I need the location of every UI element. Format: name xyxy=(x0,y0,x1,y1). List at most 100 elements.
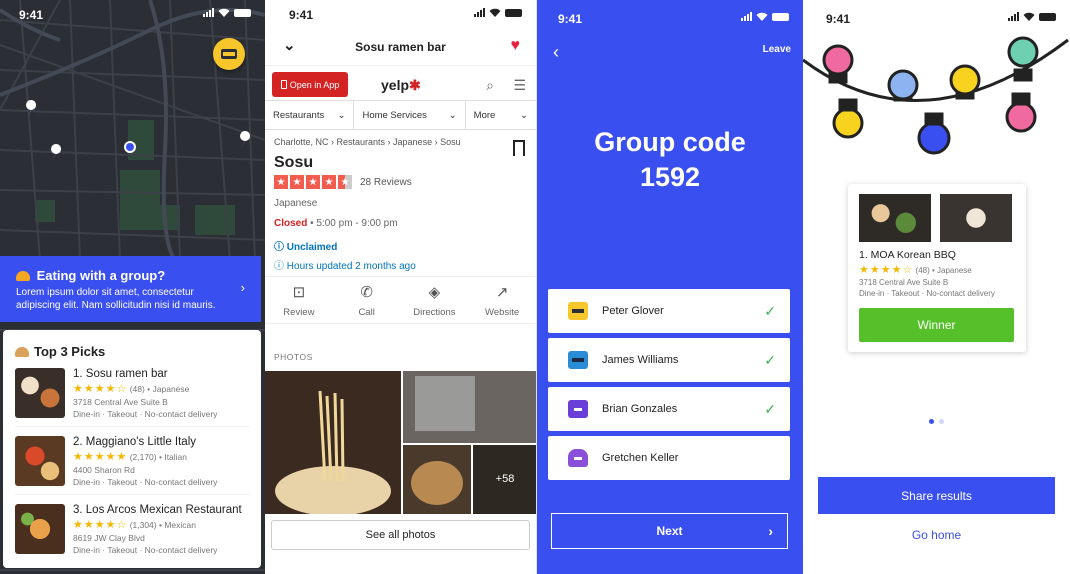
review-action[interactable]: ⊡ Review xyxy=(265,277,333,323)
unclaimed-link: Unclaimed xyxy=(286,242,338,253)
category-restaurants[interactable]: Restaurants ⌄ xyxy=(265,101,355,129)
map-screen: 2 1 3 9:41 Eating with a group? Lorem ip… xyxy=(0,0,265,574)
yelp-screen: 9:41 ⌄ Sosu ramen bar ♥ Open in App yelp… xyxy=(265,0,537,574)
review-count[interactable]: 28 Reviews xyxy=(360,177,412,188)
action-row: ⊡ Review ✆ Call ◈ Directions ↗ Website xyxy=(265,276,536,324)
result-screen: 9:41 1. MOA Korean BBQ ★★★★☆ (48) • Japa… xyxy=(803,0,1070,574)
status-bar: 9:41 xyxy=(265,0,536,28)
business-category: Japanese xyxy=(274,198,318,209)
pick-item[interactable]: 3. Los Arcos Mexican Restaurant ★★★★☆ (1… xyxy=(15,495,249,562)
group-promo-banner[interactable]: Eating with a group? Lorem ipsum dolor s… xyxy=(0,256,261,322)
photo-grid[interactable]: +58 xyxy=(265,371,537,514)
group-code-screen: 9:41 ‹ Leave Group code 1592 Peter Glove… xyxy=(537,0,803,574)
signal-icon xyxy=(474,8,485,17)
chevron-right-icon: › xyxy=(768,523,773,539)
signal-icon xyxy=(1008,12,1019,21)
pick-services: Dine-in · Takeout · No-contact delivery xyxy=(73,545,218,555)
pick-services: Dine-in · Takeout · No-contact delivery xyxy=(73,477,218,487)
star-icon: ★ xyxy=(322,175,336,189)
chevron-right-icon: › xyxy=(240,280,245,295)
phone-icon: ✆ xyxy=(360,283,373,301)
info-icon: ⓘ xyxy=(274,242,284,253)
battery-icon xyxy=(505,8,522,17)
group-code-value: 1592 xyxy=(639,162,701,192)
call-action[interactable]: ✆ Call xyxy=(333,277,401,323)
category-nav: Restaurants ⌄ Home Services ⌄ More ⌄ xyxy=(265,100,536,130)
member-row: Peter Glover ✓ xyxy=(548,289,790,333)
menu-icon[interactable]: ☰ xyxy=(513,77,526,94)
bookmark-icon[interactable] xyxy=(513,140,525,156)
battery-icon xyxy=(1039,12,1056,21)
external-link-icon: ↗ xyxy=(495,283,509,301)
see-all-photos-button[interactable]: See all photos xyxy=(271,520,530,550)
pick-item[interactable]: 2. Maggiano's Little Italy ★★★★★ (2,170)… xyxy=(15,427,249,495)
go-home-link[interactable]: Go home xyxy=(803,528,1070,542)
map-marker-3[interactable]: 3 xyxy=(243,145,247,152)
hours-updated: Hours updated 2 months ago xyxy=(286,261,416,272)
winner-card: 1. MOA Korean BBQ ★★★★☆ (48) • Japanese … xyxy=(848,184,1026,352)
member-name: Brian Gonzales xyxy=(602,403,678,415)
winner-button[interactable]: Winner xyxy=(859,308,1014,342)
restaurant-photo xyxy=(15,436,65,486)
directions-action[interactable]: ◈ Directions xyxy=(401,277,469,323)
battery-icon xyxy=(234,8,251,17)
status-bar: 9:41 xyxy=(0,0,265,28)
business-name: Sosu xyxy=(274,154,314,171)
signal-icon xyxy=(203,8,214,17)
pick-address: 8619 JW Clay Blvd xyxy=(73,533,145,543)
info-icon: ⓘ xyxy=(274,261,284,272)
pick-address: 4400 Sharon Rd xyxy=(73,465,135,475)
member-name: James Williams xyxy=(602,354,679,366)
pick-name: 2. Maggiano's Little Italy xyxy=(73,436,197,448)
chevron-down-icon: ⌄ xyxy=(337,109,346,121)
share-results-button[interactable]: Share results xyxy=(818,477,1055,514)
status-time: 9:41 xyxy=(826,12,851,26)
leave-button[interactable]: Leave xyxy=(763,44,791,55)
heart-icon[interactable]: ♥ xyxy=(511,37,521,55)
restaurant-photo xyxy=(859,194,931,242)
check-icon: ✓ xyxy=(764,400,776,417)
status-time: 9:41 xyxy=(289,8,314,22)
back-arrow-icon[interactable]: ‹ xyxy=(553,42,559,63)
breadcrumb[interactable]: Charlotte, NC › Restaurants › Japanese ›… xyxy=(274,137,461,147)
status-bar: 9:41 xyxy=(803,0,1070,28)
phone-icon xyxy=(280,80,287,89)
star-box-icon: ⊡ xyxy=(292,283,306,301)
winner-name: 1. MOA Korean BBQ xyxy=(859,249,956,261)
category-home-services[interactable]: Home Services ⌄ xyxy=(354,101,466,129)
yelp-logo[interactable]: yelp✱ xyxy=(381,77,421,94)
next-button[interactable]: Next › xyxy=(551,513,788,549)
taco-icon xyxy=(16,271,30,281)
open-in-app-button[interactable]: Open in App xyxy=(272,72,348,97)
star-rating: ★★★★☆ xyxy=(73,519,128,531)
member-row: Gretchen Keller xyxy=(548,436,790,480)
restaurant-photo xyxy=(940,194,1012,242)
star-half-icon: ★ xyxy=(338,175,352,189)
chevron-down-icon: ⌄ xyxy=(520,109,528,121)
website-action[interactable]: ↗ Website xyxy=(468,277,536,323)
taco-icon xyxy=(221,49,237,59)
header-title: Sosu ramen bar xyxy=(355,39,446,54)
page-dot-active[interactable] xyxy=(929,419,934,424)
restaurant-photo xyxy=(15,368,65,418)
ghost-avatar-icon xyxy=(568,449,588,467)
yelp-toolbar: Open in App yelp✱ ⌕ ☰ xyxy=(265,70,536,100)
search-icon[interactable]: ⌕ xyxy=(486,77,494,94)
pick-services: Dine-in · Takeout · No-contact delivery xyxy=(73,409,218,419)
taco-avatar-icon xyxy=(568,302,588,320)
promo-text: Lorem ipsum dolor sit amet, consectetur … xyxy=(16,287,216,311)
page-dot[interactable] xyxy=(939,419,944,424)
group-location-pin[interactable] xyxy=(213,38,245,70)
top-picks-panel: Top 3 Picks 1. Sosu ramen bar ★★★★☆ (48)… xyxy=(3,330,261,568)
more-photos-count[interactable]: +58 xyxy=(496,473,515,485)
closed-label: Closed xyxy=(274,218,308,229)
pick-item[interactable]: 1. Sosu ramen bar ★★★★☆ (48) • Japanese … xyxy=(15,359,249,427)
monster-avatar-icon xyxy=(568,400,588,418)
category-more[interactable]: More ⌄ xyxy=(466,101,536,129)
map-marker-2[interactable]: 2 xyxy=(29,114,33,121)
star-icon: ★ xyxy=(290,175,304,189)
member-name: Peter Glover xyxy=(602,305,664,317)
star-rating: ★ ★ ★ ★ ★ 28 Reviews xyxy=(274,175,412,189)
chevron-down-icon[interactable]: ⌄ xyxy=(283,36,296,54)
map-marker-1[interactable]: 1 xyxy=(54,158,58,165)
